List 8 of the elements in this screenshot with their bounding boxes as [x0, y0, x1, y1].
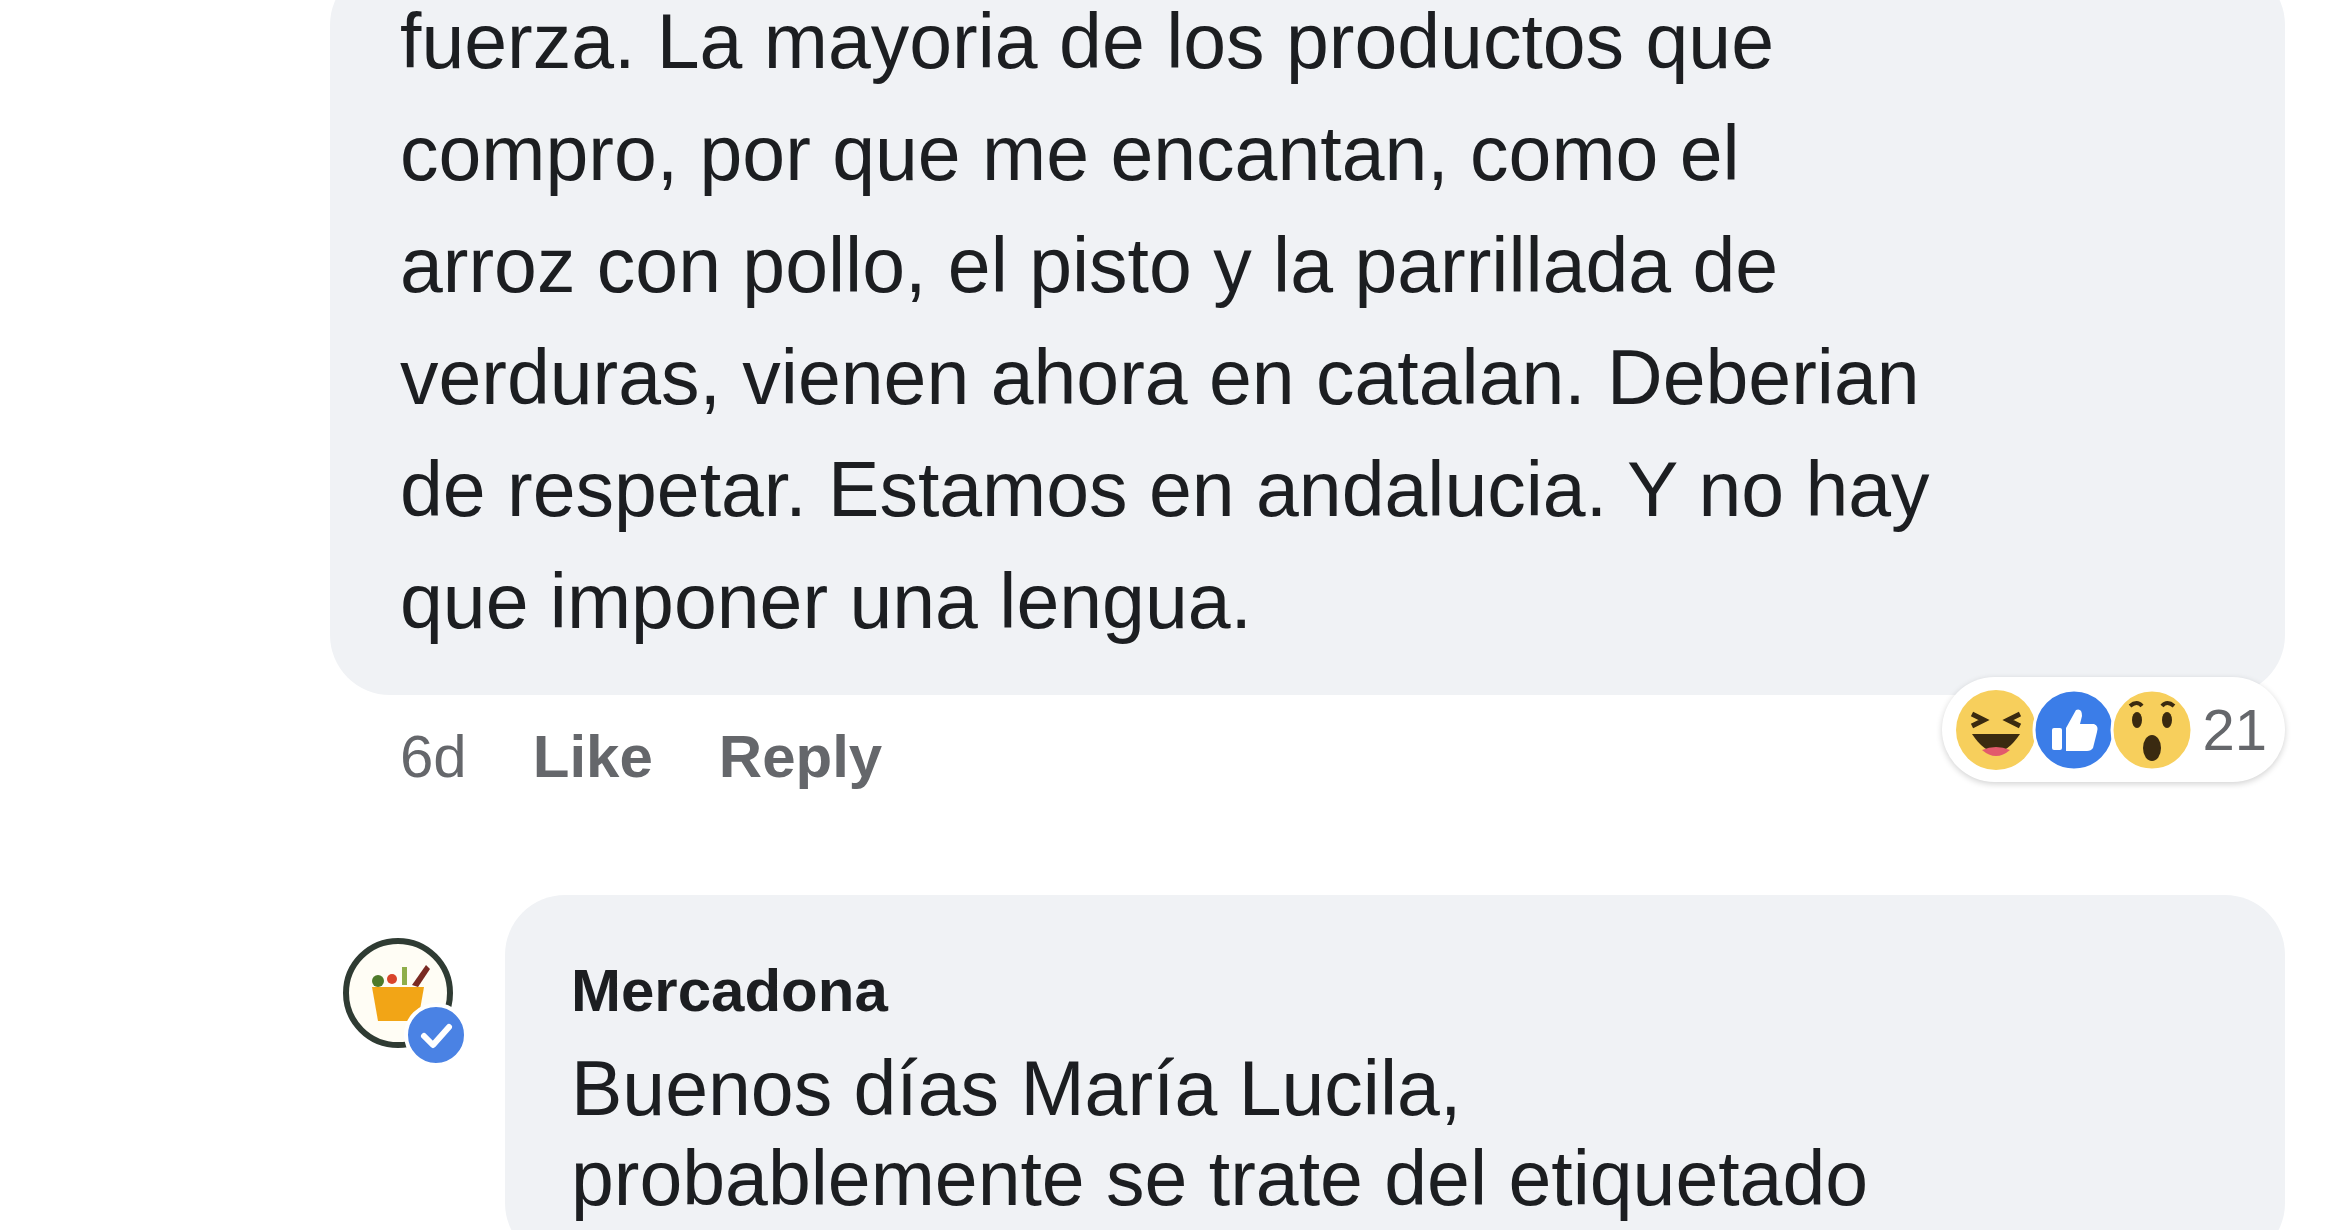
reaction-count: 21: [2202, 696, 2267, 764]
reply-link[interactable]: Reply: [718, 712, 883, 802]
author-name[interactable]: Mercadona: [571, 951, 2245, 1031]
reactions-pill[interactable]: 21: [1942, 677, 2285, 782]
comment-text: fuerza. La mayoria de los productos que compro, por que me encantan, como el arroz con pollo, el pisto y la parrillada de verduras, vienen ahora en catalan. Deberian de respetar. Estamos en andalucia. Y no hay que imponer una lengua.: [400, 0, 1931, 646]
timestamp[interactable]: 6d: [400, 712, 467, 802]
like-link[interactable]: Like: [532, 712, 653, 802]
reply-text: Buenos días María Lucila, probablemente se trate del etiquetado: [571, 1044, 1870, 1223]
